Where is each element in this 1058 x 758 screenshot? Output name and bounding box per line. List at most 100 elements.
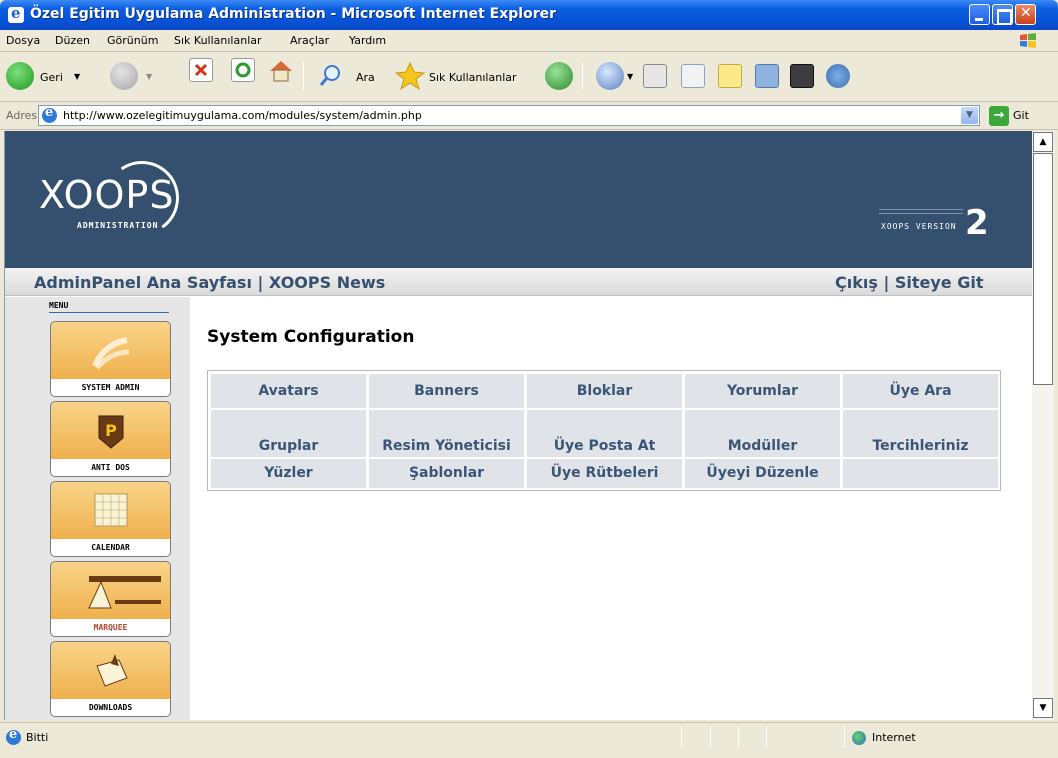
module-system-admin[interactable]: SYSTEM ADMIN xyxy=(50,321,171,397)
menu-bar: Dosya Düzen Görünüm Sık Kullanılanlar Ar… xyxy=(0,30,1058,52)
forward-button[interactable]: ▼ xyxy=(110,59,160,93)
config-blocks[interactable]: Bloklar xyxy=(527,374,682,408)
back-button[interactable]: Geri ▼ xyxy=(6,59,96,93)
config-templates[interactable]: Şablonlar xyxy=(369,459,524,488)
print-icon[interactable] xyxy=(643,64,667,88)
version-number: 2 xyxy=(965,203,989,243)
config-edit-user[interactable]: Üyeyi Düzenle xyxy=(685,459,840,488)
star-icon xyxy=(395,61,425,91)
favorites-label: Sık Kullanılanlar xyxy=(429,71,517,84)
research-icon[interactable] xyxy=(755,64,779,88)
menu-label: MENU xyxy=(49,301,69,310)
marquee-icon xyxy=(88,576,161,609)
scroll-thumb[interactable] xyxy=(1033,153,1053,385)
search-icon xyxy=(319,65,340,86)
download-box-icon xyxy=(96,654,128,687)
discuss-icon[interactable] xyxy=(718,64,742,88)
security-zone: Internet xyxy=(872,731,916,744)
forward-arrow-icon xyxy=(110,62,138,90)
messenger-icon[interactable] xyxy=(826,64,850,88)
xoops-header: XOOPS ADMINISTRATION XOOPS VERSION 2 xyxy=(5,131,1032,268)
config-user-ranks[interactable]: Üye Rütbeleri xyxy=(527,459,682,488)
config-modules[interactable]: Modüller xyxy=(685,410,840,457)
mail-icon[interactable] xyxy=(596,62,624,90)
edit-icon[interactable] xyxy=(681,64,705,88)
page-viewport: XOOPS ADMINISTRATION XOOPS VERSION 2 Adm… xyxy=(4,131,1032,720)
config-find-users[interactable]: Üye Ara xyxy=(843,374,998,408)
config-banners[interactable]: Banners xyxy=(369,374,524,408)
config-empty-cell xyxy=(843,459,998,488)
menu-help[interactable]: Yardım xyxy=(349,34,386,47)
module-calendar[interactable]: CALENDAR xyxy=(50,481,171,557)
module-marquee[interactable]: MARQUEE xyxy=(50,561,171,637)
go-button[interactable]: Git xyxy=(1013,109,1029,122)
address-url: http://www.ozelegitimuygulama.com/module… xyxy=(63,109,422,122)
back-label: Geri xyxy=(40,71,63,84)
config-smilies[interactable]: Yüzler xyxy=(211,459,366,488)
title-bar[interactable]: Özel Egitim Uygulama Administration - Mi… xyxy=(0,0,1058,30)
logout-link[interactable]: Çıkış | Siteye Git xyxy=(835,273,983,292)
scroll-up-icon[interactable]: ▲ xyxy=(1033,132,1053,152)
refresh-icon[interactable] xyxy=(231,58,255,82)
search-label: Ara xyxy=(356,71,375,84)
menu-file[interactable]: Dosya xyxy=(6,34,40,47)
go-arrow-icon[interactable]: → xyxy=(989,106,1009,126)
module-downloads[interactable]: DOWNLOADS xyxy=(50,641,171,717)
protector-icon: P xyxy=(98,415,124,449)
module-anti-dos[interactable]: P ANTI DOS xyxy=(50,401,171,477)
menu-edit[interactable]: Düzen xyxy=(55,34,90,47)
svg-text:P: P xyxy=(105,421,117,440)
page-title: System Configuration xyxy=(207,327,415,347)
address-dropdown-icon[interactable]: ▼ xyxy=(961,107,978,124)
history-icon[interactable] xyxy=(545,62,573,90)
favorites-button[interactable]: Sık Kullanılanlar xyxy=(395,59,535,93)
toolbar: Geri ▼ ▼ Ara Sık Kullanılanlar ▼ xyxy=(0,52,1058,102)
media-icon[interactable] xyxy=(790,64,814,88)
address-label: Adres xyxy=(6,109,38,122)
search-button[interactable]: Ara xyxy=(318,59,388,93)
admin-home-link[interactable]: AdminPanel Ana Sayfası | XOOPS News xyxy=(34,273,385,292)
address-input[interactable]: http://www.ozelegitimuygulama.com/module… xyxy=(38,105,980,126)
vertical-scrollbar[interactable]: ▲ ▼ xyxy=(1032,131,1054,720)
mail-dropdown-icon[interactable]: ▼ xyxy=(627,72,633,81)
menu-view[interactable]: Görünüm xyxy=(107,34,158,47)
stop-icon[interactable] xyxy=(189,58,213,82)
admin-nav-bar: AdminPanel Ana Sayfası | XOOPS News Çıkı… xyxy=(5,268,1032,296)
window-title: Özel Egitim Uygulama Administration - Mi… xyxy=(30,6,557,22)
windows-flag-icon xyxy=(1020,33,1036,48)
close-button[interactable] xyxy=(1015,4,1036,25)
back-arrow-icon xyxy=(6,62,34,90)
config-groups[interactable]: Gruplar xyxy=(211,410,366,457)
config-mail-users[interactable]: Üye Posta At xyxy=(527,410,682,457)
status-bar: Bitti Internet xyxy=(0,722,1058,758)
status-text: Bitti xyxy=(26,731,49,744)
module-label: CALENDAR xyxy=(51,539,170,556)
menu-favorites[interactable]: Sık Kullanılanlar xyxy=(174,34,262,47)
logo-subtitle: ADMINISTRATION xyxy=(77,221,159,230)
config-preferences[interactable]: Tercihleriniz xyxy=(843,410,998,457)
calendar-icon xyxy=(94,493,128,527)
module-menu: MENU SYSTEM ADMIN P ANTI DOS CALENDAR MA… xyxy=(5,297,190,720)
version-label: XOOPS VERSION xyxy=(881,222,957,231)
module-label: SYSTEM ADMIN xyxy=(51,379,170,396)
page-icon xyxy=(42,105,57,123)
module-label: DOWNLOADS xyxy=(51,699,170,716)
system-config-grid: Avatars Banners Bloklar Yorumlar Üye Ara… xyxy=(207,370,1001,491)
minimize-button[interactable] xyxy=(969,4,990,25)
status-page-icon xyxy=(6,727,21,745)
back-dropdown-icon[interactable]: ▼ xyxy=(74,72,80,81)
home-icon[interactable] xyxy=(268,58,292,82)
config-avatars[interactable]: Avatars xyxy=(211,374,366,408)
tools-icon xyxy=(92,337,130,370)
forward-dropdown-icon[interactable]: ▼ xyxy=(146,72,152,81)
maximize-button[interactable] xyxy=(992,4,1013,25)
ie-icon xyxy=(8,4,24,23)
internet-zone-icon xyxy=(852,731,866,745)
module-label: ANTI DOS xyxy=(51,459,170,476)
scroll-down-icon[interactable]: ▼ xyxy=(1033,698,1053,718)
address-bar: Adres http://www.ozelegitimuygulama.com/… xyxy=(0,102,1058,130)
menu-tools[interactable]: Araçlar xyxy=(290,34,329,47)
config-comments[interactable]: Yorumlar xyxy=(685,374,840,408)
module-label: MARQUEE xyxy=(51,619,170,636)
config-image-manager[interactable]: Resim Yöneticisi xyxy=(369,410,524,457)
